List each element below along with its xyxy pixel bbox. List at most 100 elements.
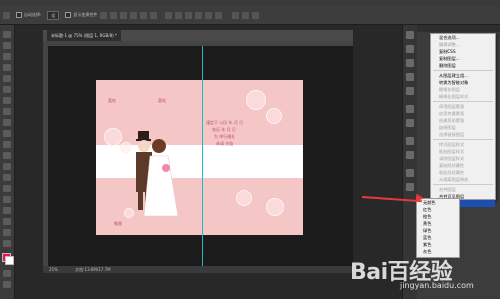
magic-wand-tool-icon[interactable] [3,64,11,71]
paragraph-panel-icon[interactable] [406,151,414,159]
color-submenu-item[interactable]: 黄色 [417,220,459,227]
card-text-line-1: 谨定于 公历 年 月 日 [206,120,244,125]
color-panel-icon[interactable] [406,73,414,81]
clone-source-panel-icon[interactable] [406,119,414,127]
context-menu-item: 清除图层样式 [439,156,465,161]
context-menu-item: 创建剪贴蒙版 [439,118,465,123]
baidu-watermark-url: jingyan.baidu.com [400,281,474,290]
panel-tab-bar [417,25,500,32]
clone-stamp-tool-icon[interactable] [3,119,11,126]
crop-tool-icon[interactable] [3,75,11,82]
card-title-right: 喜帖 [158,98,166,103]
align-left-icon[interactable] [130,11,138,19]
brush-panel-icon[interactable] [406,105,414,113]
rose-decoration [266,108,282,124]
dodge-tool-icon[interactable] [3,174,11,181]
distribute-left-icon[interactable] [195,11,203,19]
context-menu-item: 启用矢量蒙版 [439,111,465,116]
rose-decoration [120,142,132,154]
context-menu-item[interactable]: 复制CSS [431,48,495,55]
distribute-top-icon[interactable] [165,11,173,19]
layers-panel-icon[interactable] [406,169,414,177]
channels-panel-icon[interactable] [406,183,414,191]
info-panel-icon[interactable] [406,59,414,67]
background-color-swatch[interactable] [5,256,14,265]
zoom-tool-icon[interactable] [3,240,11,247]
context-menu-item[interactable]: 转换为智能对象 [431,79,495,86]
marquee-tool-icon[interactable] [3,42,11,49]
bride-dress [143,155,179,217]
shape-tool-icon[interactable] [3,218,11,225]
type-tool-icon[interactable] [3,196,11,203]
document-info[interactable]: 文档:13.6M/17.7M [75,267,110,272]
context-menu-item[interactable]: 删除图层 [431,62,495,69]
color-submenu-item[interactable]: 绿色 [417,227,459,234]
character-panel-icon[interactable] [406,137,414,145]
annotation-arrow-head [415,193,425,203]
context-menu-item[interactable]: 从图层建立组... [431,72,495,79]
menu-separator [433,101,493,102]
layer-group-dropdown[interactable]: 组 [47,10,60,20]
screen-mode-icon[interactable] [3,281,11,288]
gradient-tool-icon[interactable] [3,152,11,159]
show-transform-checkbox[interactable] [65,12,72,18]
document-tab[interactable]: 未标题-1 @ 75% (图层 1, RGB/8) * [43,30,353,41]
history-panel-icon[interactable] [406,31,414,39]
blur-tool-icon[interactable] [3,163,11,170]
distribute-center-icon[interactable] [205,11,213,19]
3d-rotate-icon[interactable] [242,11,250,19]
layer-context-menu: 混合选项... 编辑调整... 复制CSS 复制图层... 删除图层 从图层建立组... 转… [430,33,496,207]
properties-panel-icon[interactable] [406,45,414,53]
zoom-level[interactable]: 25% [49,267,58,272]
align-center-icon[interactable] [140,11,148,19]
auto-select-option[interactable]: 自动选择: [16,12,41,18]
context-menu-item: 栅格化图层 [439,87,460,92]
lasso-tool-icon[interactable] [3,53,11,60]
menu-separator [433,184,493,185]
swatches-panel-icon[interactable] [406,87,414,95]
history-brush-tool-icon[interactable] [3,130,11,137]
rose-decoration [266,198,284,216]
context-menu-item: 拷贝图层样式 [439,142,465,147]
eyedropper-tool-icon[interactable] [3,86,11,93]
3d-pan-icon[interactable] [252,11,260,19]
distribute-middle-icon[interactable] [175,11,183,19]
path-select-tool-icon[interactable] [3,207,11,214]
healing-brush-tool-icon[interactable] [3,97,11,104]
status-bar: 25% 文档:13.6M/17.7M [43,266,353,273]
color-submenu-item[interactable]: 蓝色 [417,234,459,241]
align-bottom-icon[interactable] [120,11,128,19]
context-menu-item: 复制形状属性 [439,163,465,168]
color-submenu-item[interactable]: 红色 [417,206,459,213]
eraser-tool-icon[interactable] [3,141,11,148]
auto-select-checkbox[interactable] [16,12,22,18]
rose-decoration [246,90,266,110]
context-menu-item[interactable]: 混合选项... [431,34,495,41]
context-menu-item: 链接图层 [439,125,456,130]
card-title-left: 喜帖 [108,98,116,103]
quick-mask-icon[interactable] [3,270,11,277]
show-transform-option[interactable]: 显示变换控件 [65,12,97,18]
show-transform-label: 显示变换控件 [73,12,98,17]
align-top-icon[interactable] [100,11,108,19]
color-submenu-item[interactable]: 紫色 [417,241,459,248]
align-right-icon[interactable] [150,11,158,19]
hand-tool-icon[interactable] [3,229,11,236]
color-submenu-item[interactable]: 橙色 [417,213,459,220]
context-menu-item[interactable]: 复制图层... [431,55,495,62]
align-middle-icon[interactable] [110,11,118,19]
card-text-line-2: 农历 年 月 日 [212,127,236,132]
move-tool-icon[interactable] [3,11,10,19]
rose-decoration [104,128,122,146]
pen-tool-icon[interactable] [3,185,11,192]
wedding-card-artwork: 喜帖 喜帖 谨定于 公历 年 月 日 农历 年 月 日 为 举行婚礼 恭请 光临… [96,80,303,235]
move-tool-icon[interactable] [3,31,11,38]
context-menu-item: 栅格化图层样式 [439,94,469,99]
3d-mode-icon[interactable] [232,11,240,19]
distribute-bottom-icon[interactable] [185,11,193,19]
auto-select-label: 自动选择: [24,12,42,17]
context-menu-item: 合并图层 [439,187,456,192]
brush-tool-icon[interactable] [3,108,11,115]
distribute-right-icon[interactable] [215,11,223,19]
cyan-guide-line[interactable] [202,46,203,266]
